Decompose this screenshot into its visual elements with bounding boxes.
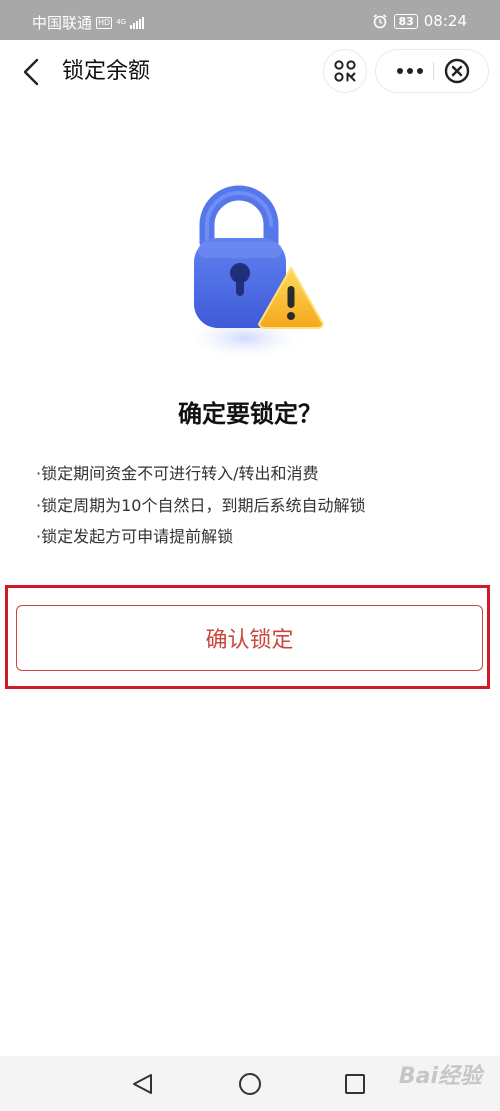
dialog-heading: 确定要锁定？ [178,400,322,428]
signal-icon [130,16,145,29]
note-item: ·锁定期间资金不可进行转入/转出和消费 [36,464,319,483]
confirm-lock-button[interactable]: 确认锁定 [16,605,483,671]
scan-icon [334,60,356,82]
note-item: ·锁定发起方可申请提前解锁 [36,527,234,546]
more-icon [397,68,423,74]
nav-recent-icon[interactable] [344,1073,366,1095]
notes-list: ·锁定期间资金不可进行转入/转出和消费 ·锁定周期为10个自然日，到期后系统自动… [36,458,365,553]
note-item: ·锁定周期为10个自然日，到期后系统自动解锁 [36,495,366,515]
clock: 08:24 [423,12,467,30]
back-button[interactable] [18,57,48,87]
status-bar-left: 中国联通 HD 4G [32,12,145,33]
more-button[interactable] [388,50,432,92]
scan-button[interactable] [323,49,367,93]
close-circle-icon [444,58,470,84]
capsule-divider [433,62,434,80]
battery-icon: 83 [394,13,418,29]
status-bar-right: 83 08:24 [372,12,467,30]
mini-program-capsule [375,49,489,93]
back-icon [23,58,39,86]
status-bar: 中国联通 HD 4G 83 08:24 [0,0,500,40]
carrier-label: 中国联通 [32,14,93,32]
nav-back-icon[interactable] [130,1072,156,1096]
nav-home-icon[interactable] [238,1072,262,1096]
watermark: Bai经验 [398,1064,482,1089]
network-type: 4G [116,18,127,26]
close-button[interactable] [442,56,472,86]
page-title: 锁定余额 [62,59,151,84]
hd-badge: HD [96,16,113,29]
nav-bar: 锁定余额 [0,40,500,104]
alarm-icon [373,14,387,29]
lock-warning-illustration [183,185,324,360]
